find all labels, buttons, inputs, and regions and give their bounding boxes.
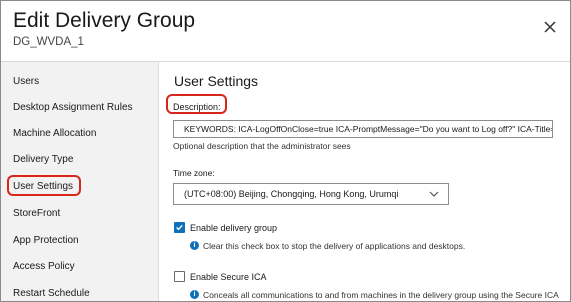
- sidebar-item-delivery-type[interactable]: Delivery Type: [13, 154, 73, 165]
- dialog-title: Edit Delivery Group: [13, 9, 196, 32]
- enable-delivery-group-info: Clear this check box to stop the deliver…: [203, 241, 466, 251]
- info-icon: i: [190, 290, 199, 299]
- sidebar-item-restart-schedule[interactable]: Restart Schedule: [13, 288, 90, 299]
- sidebar-item-storefront[interactable]: StoreFront: [13, 208, 60, 219]
- close-icon[interactable]: [542, 19, 558, 35]
- description-hint: Optional description that the administra…: [173, 141, 351, 151]
- sidebar-item-desktop-assignment-rules[interactable]: Desktop Assignment Rules: [13, 102, 133, 113]
- sidebar-item-app-protection[interactable]: App Protection: [13, 235, 79, 246]
- enable-delivery-group-checkbox[interactable]: [174, 222, 185, 233]
- description-label: Description:: [173, 102, 221, 112]
- user-settings-highlight-annotation: [7, 175, 81, 196]
- chevron-down-icon: [429, 191, 439, 197]
- time-zone-label: Time zone:: [173, 168, 215, 178]
- sidebar-item-users[interactable]: Users: [13, 76, 39, 87]
- section-title: User Settings: [174, 73, 259, 89]
- edit-delivery-group-dialog: Edit Delivery Group DG_WVDA_1 Users Desk…: [0, 0, 571, 302]
- time-zone-value: (UTC+08:00) Beijing, Chongqing, Hong Kon…: [184, 189, 399, 199]
- enable-secure-ica-label: Enable Secure ICA: [190, 272, 267, 282]
- sidebar-item-machine-allocation[interactable]: Machine Allocation: [13, 128, 96, 139]
- enable-delivery-group-label: Enable delivery group: [190, 223, 278, 233]
- main-content: User Settings Description: KEYWORDS: ICA…: [159, 62, 570, 301]
- dialog-header: Edit Delivery Group DG_WVDA_1: [1, 1, 570, 62]
- dialog-subtitle: DG_WVDA_1: [13, 36, 84, 48]
- description-input[interactable]: KEYWORDS: ICA-LogOffOnClose=true ICA-Pro…: [173, 120, 553, 138]
- info-icon: i: [190, 241, 199, 250]
- time-zone-select[interactable]: (UTC+08:00) Beijing, Chongqing, Hong Kon…: [173, 183, 449, 205]
- sidebar-item-access-policy[interactable]: Access Policy: [13, 261, 75, 272]
- enable-secure-ica-checkbox[interactable]: [174, 271, 185, 282]
- enable-secure-ica-info: Conceals all communications to and from …: [203, 290, 559, 300]
- check-icon: [176, 224, 183, 231]
